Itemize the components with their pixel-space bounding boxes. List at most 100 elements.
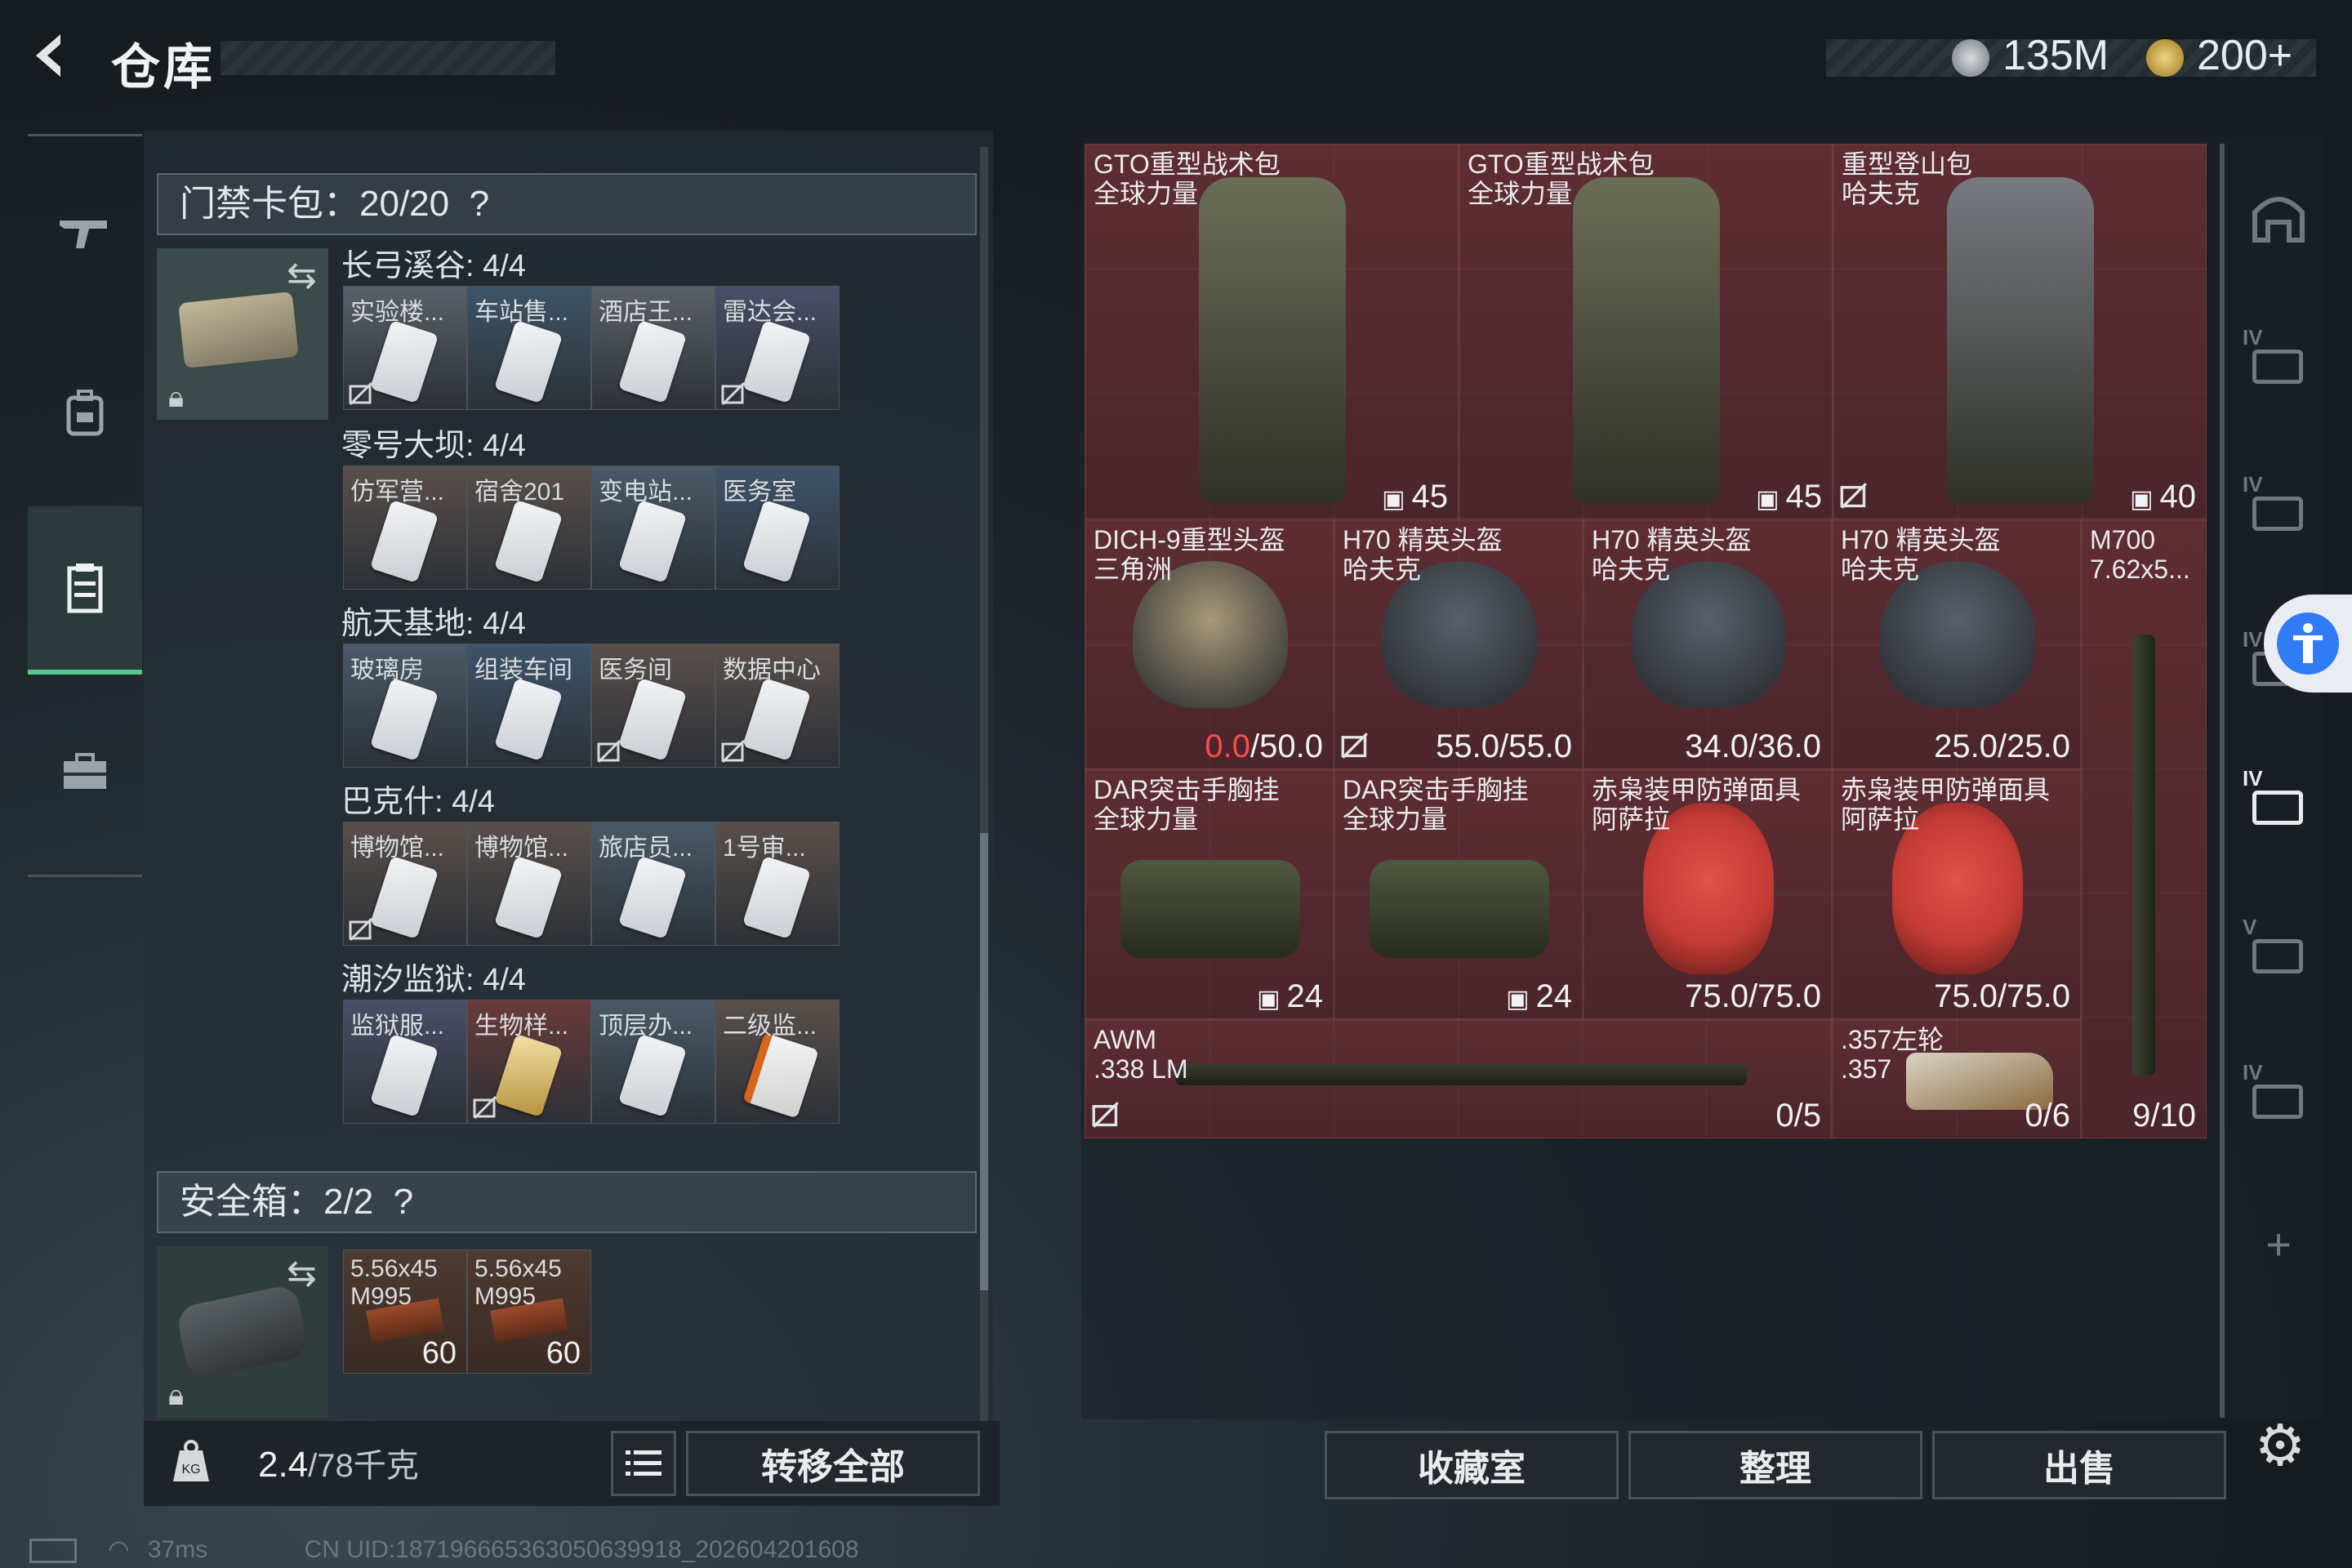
safebox-help-button[interactable]: ? [377, 1182, 413, 1222]
durability-max: /50.0 [1250, 728, 1323, 764]
storage-item[interactable]: DICH-9重型头盔 三角洲 0.0/50.0 [1085, 519, 1334, 769]
keycard-case[interactable]: ⇆ 🔒︎ [157, 248, 328, 420]
folder-iv-icon[interactable]: IV [2238, 318, 2319, 400]
storage-item[interactable]: GTO重型战术包 全球力量 ▣ 45 [1085, 144, 1459, 519]
keycard-image [369, 1033, 439, 1118]
item-name: H70 精英头盔 哈夫克 [1343, 525, 1503, 584]
keycard-group-title: 潮汐监狱: 4/4 [341, 963, 526, 997]
storage-item[interactable]: H70 精英头盔 哈夫克 25.0/25.0 [1832, 519, 2081, 769]
keycard-slot[interactable]: 监狱服... [343, 1000, 467, 1124]
storage-scrollbar[interactable] [2220, 144, 2225, 1418]
keycard-slot[interactable]: 医务间 [591, 644, 715, 768]
plus-icon[interactable]: + [2238, 1204, 2319, 1285]
storage-item[interactable]: .357左轮 .357 0/6 [1832, 1019, 2081, 1138]
keycard-slot[interactable]: 生物样... [467, 1000, 591, 1124]
keycard-slot[interactable]: 二级监... [715, 1000, 840, 1124]
case-iv-icon[interactable]: IV [2238, 1054, 2319, 1135]
category-glyph [2252, 791, 2303, 825]
home-icon[interactable] [2238, 176, 2319, 258]
keycard-slot[interactable]: 仿军营... [343, 466, 467, 590]
keycard-slot[interactable]: 酒店王... [591, 286, 715, 410]
storage-item[interactable]: H70 精英头盔 哈夫克 34.0/36.0 [1583, 519, 1832, 769]
storage-item[interactable]: 重型登山包 哈夫克 ▣ 40 [1833, 144, 2207, 519]
swap-icon[interactable]: ⇆ [287, 1253, 317, 1294]
back-button[interactable] [24, 29, 82, 87]
keycard-label: 车站售... [474, 299, 569, 326]
capacity-value: 40 [2159, 479, 2197, 514]
keycard-slot[interactable]: 雷达会... [715, 286, 840, 410]
ammo-slot[interactable]: 5.56x45 M995 60 [467, 1250, 591, 1374]
tier-label: IV [2243, 766, 2263, 791]
gear-icon[interactable]: ⚙ [2247, 1413, 2313, 1478]
nav-storage[interactable] [28, 506, 142, 675]
backpack-icon [66, 390, 104, 436]
keycard-image [742, 499, 812, 584]
collection-room-button[interactable]: 收藏室 [1325, 1431, 1619, 1499]
keycard-slot[interactable]: 组装车间 [467, 644, 591, 768]
storage-item[interactable]: M700 7.62x5... 9/10 [2081, 519, 2207, 1138]
keycard-label: 医务间 [599, 657, 672, 684]
keycard-image [742, 1032, 819, 1119]
list-view-button[interactable] [611, 1431, 676, 1496]
nav-weapons[interactable] [28, 172, 142, 294]
keycard-slot[interactable]: 数据中心 [715, 644, 840, 768]
keycard-slot[interactable]: 实验楼... [343, 286, 467, 410]
keycard-label: 雷达会... [723, 299, 817, 326]
keycard-slot[interactable]: 旅店员... [591, 822, 715, 946]
nav-backpack[interactable] [28, 351, 142, 474]
durability: 55.0/55.0 [1436, 728, 1572, 765]
battery-icon [29, 1539, 77, 1564]
transfer-all-button[interactable]: 转移全部 [686, 1431, 980, 1496]
vest-iv-icon[interactable]: IV [2238, 760, 2319, 841]
status-line: ◠ 37ms CN UID:18719666536305063991​8_202… [29, 1535, 859, 1564]
item-name: .357左轮 .357 [1841, 1025, 1944, 1084]
medkit-iv-icon[interactable]: IV [2238, 466, 2319, 547]
storage-item[interactable]: 赤枭装甲防弹面具 阿萨拉 75.0/75.0 [1832, 769, 2081, 1019]
keycard-slot[interactable]: 顶层办... [591, 1000, 715, 1124]
keycard-slot[interactable]: 车站售... [467, 286, 591, 410]
keycard-label: 博物馆... [474, 835, 569, 862]
keycard-label: 仿军营... [350, 479, 445, 506]
no-trade-icon [349, 381, 373, 406]
camera-iv-icon[interactable]: V [2238, 908, 2319, 990]
keycard-label: 监狱服... [350, 1013, 445, 1040]
keycard-slot[interactable]: 变电站... [591, 466, 715, 590]
keycard-slot[interactable]: 博物馆... [343, 822, 467, 946]
storage-item[interactable]: H70 精英头盔 哈夫克 55.0/55.0 [1334, 519, 1583, 769]
swap-icon[interactable]: ⇆ [287, 255, 317, 296]
no-trade-icon [1092, 1101, 1120, 1133]
no-trade-icon [597, 739, 621, 764]
storage-item[interactable]: 赤枭装甲防弹面具 阿萨拉 75.0/75.0 [1583, 769, 1832, 1019]
accessibility-button[interactable] [2264, 595, 2352, 693]
safebox-case[interactable]: ⇆ 🔒︎ [157, 1246, 328, 1418]
sell-button[interactable]: 出售 [1932, 1431, 2226, 1499]
keycard-slot[interactable]: 博物馆... [467, 822, 591, 946]
durability-current: 25.0 [1934, 728, 1998, 764]
keycard-label: 旅店员... [599, 835, 693, 862]
durability-current: 75.0 [1685, 978, 1749, 1014]
weight-readout: 2.4/78千克 [258, 1439, 419, 1486]
keycard-image [493, 1033, 564, 1118]
storage-item[interactable]: AWM .338 LM 0/5 [1085, 1019, 1832, 1138]
storage-item[interactable]: DAR突击手胸挂 全球力量 ▣ 24 [1085, 769, 1334, 1019]
durability: 75.0/75.0 [1934, 978, 2070, 1015]
storage-item[interactable]: GTO重型战术包 全球力量 ▣ 45 [1459, 144, 1833, 519]
keycard-image [617, 319, 688, 404]
keycard-slot[interactable]: 玻璃房 [343, 644, 467, 768]
nav-briefcase[interactable] [28, 710, 142, 833]
keycard-label: 变电站... [599, 479, 693, 506]
keycard-slot[interactable]: 1号审... [715, 822, 840, 946]
storage-grid: GTO重型战术包 全球力量 ▣ 45 GTO重型战术包 全球力量 ▣ 45 重型登山包 哈夫… [1085, 144, 2207, 1138]
left-panel-scrollbar[interactable] [980, 147, 988, 1421]
ammo-slot[interactable]: 5.56x45 M995 60 [343, 1250, 467, 1374]
keycard-slot[interactable]: 宿舍201 [467, 466, 591, 590]
keycard-label: 数据中心 [723, 657, 821, 684]
durability: 34.0/36.0 [1685, 728, 1821, 765]
keycard-help-button[interactable]: ? [453, 184, 489, 224]
keycard-image [369, 499, 439, 584]
sort-button[interactable]: 整理 [1628, 1431, 1922, 1499]
ammo-count: 60 [546, 1336, 581, 1370]
storage-item[interactable]: DAR突击手胸挂 全球力量 ▣ 24 [1334, 769, 1583, 1019]
keycard-slot[interactable]: 医务室 [715, 466, 840, 590]
currency-amount-2[interactable]: 200+ [2197, 31, 2292, 80]
